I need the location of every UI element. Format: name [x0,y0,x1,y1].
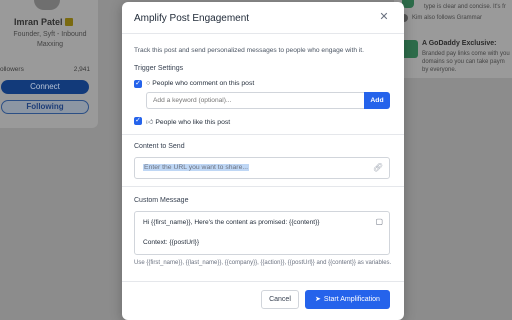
thumbs-up-icon: 👍︎ [146,119,154,126]
modal-title: Amplify Post Engagement [134,13,250,24]
sidebar-text: Kim also follows Grammar [412,15,483,21]
divider [122,186,404,187]
link-icon: 🔗︎ [372,163,383,172]
connect-button[interactable]: Connect [1,80,89,94]
comment-trigger-label[interactable]: ○ People who comment on this post [146,80,254,87]
custom-message-label: Custom Message [134,197,189,204]
url-placeholder: Enter the URL you want to share... [143,164,250,171]
modal-description: Track this post and send personalized me… [134,47,364,54]
following-button[interactable]: Following [1,100,89,114]
ad-title[interactable]: A GoDaddy Exclusive: [422,40,496,47]
followers-label: ollowers [0,66,24,73]
keyword-input[interactable] [146,92,364,109]
url-input[interactable]: Enter the URL you want to share... 🔗︎ [134,157,390,179]
chat-bubble-icon[interactable]: ▢ [375,217,383,226]
close-icon[interactable]: ✕ [378,11,390,23]
message-line: Hi {{first_name}}, Here's the content as… [143,219,320,226]
divider [122,134,404,135]
send-icon: ➤ [315,296,321,303]
amplify-modal: Amplify Post Engagement ✕ Track this pos… [122,2,404,320]
profile-card: Imran Patel Founder, Syft - Inbound Maxx… [0,0,98,128]
comment-trigger-checkbox[interactable]: ✓ [134,80,142,88]
sidebar-text: type is clear and concise. It's fr [424,4,506,10]
profile-name: Imran Patel [14,17,73,27]
trigger-settings-label: Trigger Settings [134,65,184,72]
divider [122,281,404,282]
linkedin-badge-icon [64,18,73,26]
profile-subtitle: Founder, Syft - Inbound Maxxing [13,31,87,48]
like-trigger-label[interactable]: 👍︎ People who like this post [146,117,230,126]
add-keyword-button[interactable]: Add [364,92,390,109]
followers-count: 2,941 [73,66,90,73]
custom-message-textarea[interactable]: Hi {{first_name}}, Here's the content as… [134,211,390,255]
like-trigger-checkbox[interactable]: ✓ [134,117,142,125]
message-line: Context: {{postUrl}} [143,239,200,246]
avatar [34,0,60,10]
ad-body: Branded pay links come with you domains … [422,51,510,73]
comment-icon: ○ [146,80,151,87]
start-amplification-button[interactable]: ➤ Start Amplification [305,290,390,309]
modal-header: Amplify Post Engagement ✕ [122,2,404,34]
variables-help-text: Use {{first_name}}, {{last_name}}, {{com… [134,260,392,266]
cancel-button[interactable]: Cancel [261,290,299,309]
content-to-send-label: Content to Send [134,143,185,150]
